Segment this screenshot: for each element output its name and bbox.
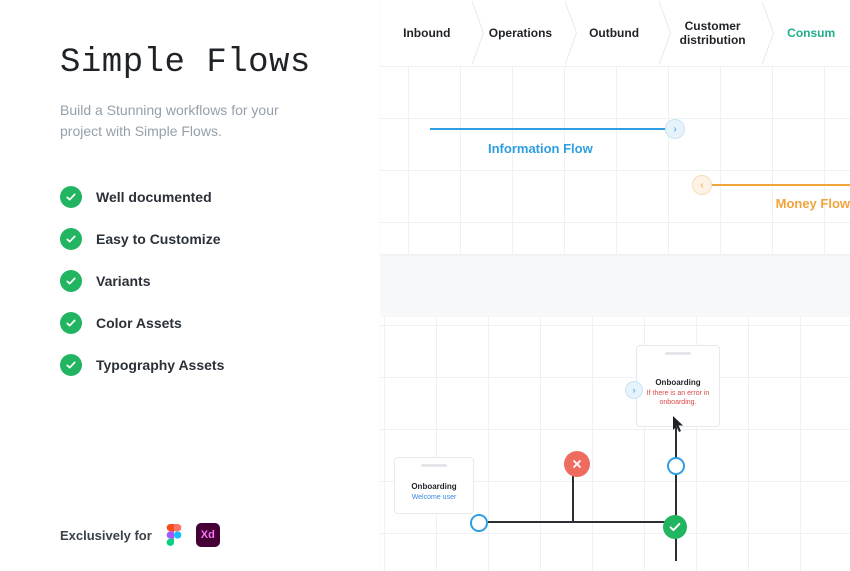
feature-label: Well documented: [96, 189, 212, 205]
cursor-icon: [672, 415, 686, 438]
feature-label: Easy to Customize: [96, 231, 220, 247]
page-subtitle: Build a Stunning workflows for your proj…: [60, 100, 280, 142]
error-node[interactable]: [564, 451, 590, 477]
feature-item: Color Assets: [60, 312, 346, 334]
x-icon: [571, 458, 583, 470]
feature-item: Well documented: [60, 186, 346, 208]
money-flow-label: Money Flow: [776, 196, 850, 211]
feature-label: Typography Assets: [96, 357, 224, 373]
card-title: Onboarding: [641, 378, 715, 387]
flow-grid: Information Flow › Money Flow ‹: [380, 66, 850, 254]
drag-handle-icon[interactable]: [421, 464, 447, 467]
figma-icon: [162, 523, 186, 547]
information-flow-line: [430, 128, 670, 130]
chevron-left-icon[interactable]: ‹: [692, 175, 712, 195]
process-steps: Inbound Operations Outbund Customer dist…: [380, 0, 850, 66]
information-flow-label: Information Flow: [488, 141, 593, 156]
check-icon: [60, 312, 82, 334]
step-operations[interactable]: Operations: [474, 0, 568, 66]
chevron-right-icon[interactable]: ›: [665, 119, 685, 139]
check-icon: [60, 354, 82, 376]
step-consume[interactable]: Consum: [764, 0, 850, 66]
step-inbound[interactable]: Inbound: [380, 0, 474, 66]
drag-handle-icon[interactable]: [665, 352, 691, 355]
top-panel: Inbound Operations Outbund Customer dist…: [380, 0, 850, 254]
diagram-grid: Onboarding Welcome user Onboarding If th…: [380, 317, 850, 571]
xd-icon: Xd: [196, 523, 220, 547]
flow-node[interactable]: [470, 514, 488, 532]
success-node[interactable]: [663, 515, 687, 539]
money-flow-line: [712, 184, 850, 186]
bottom-panel: Onboarding Welcome user Onboarding If th…: [380, 317, 850, 571]
connector-line: [488, 521, 676, 523]
page-title: Simple Flows: [60, 44, 346, 82]
card-subtitle: Welcome user: [399, 494, 469, 503]
sidebar: Simple Flows Build a Stunning workflows …: [0, 0, 380, 571]
check-icon: [668, 520, 682, 534]
feature-label: Variants: [96, 273, 150, 289]
feature-label: Color Assets: [96, 315, 182, 331]
card-title: Onboarding: [399, 482, 469, 491]
page-root: Simple Flows Build a Stunning workflows …: [0, 0, 850, 571]
step-outbound[interactable]: Outbund: [567, 0, 661, 66]
canvas: Inbound Operations Outbund Customer dist…: [380, 0, 850, 571]
check-icon: [60, 186, 82, 208]
feature-item: Typography Assets: [60, 354, 346, 376]
card-subtitle: If there is an error in onboarding.: [641, 390, 715, 408]
exclusive-label: Exclusively for: [60, 528, 152, 543]
chevron-right-icon[interactable]: ›: [625, 381, 643, 399]
check-icon: [60, 270, 82, 292]
onboarding-welcome-card[interactable]: Onboarding Welcome user: [394, 457, 474, 514]
check-icon: [60, 228, 82, 250]
feature-list: Well documented Easy to Customize Varian…: [60, 186, 346, 396]
step-customer-distribution[interactable]: Customer distribution: [661, 0, 764, 66]
exclusive-footer: Exclusively for Xd: [60, 523, 346, 547]
feature-item: Variants: [60, 270, 346, 292]
feature-item: Easy to Customize: [60, 228, 346, 250]
flow-node[interactable]: [667, 457, 685, 475]
